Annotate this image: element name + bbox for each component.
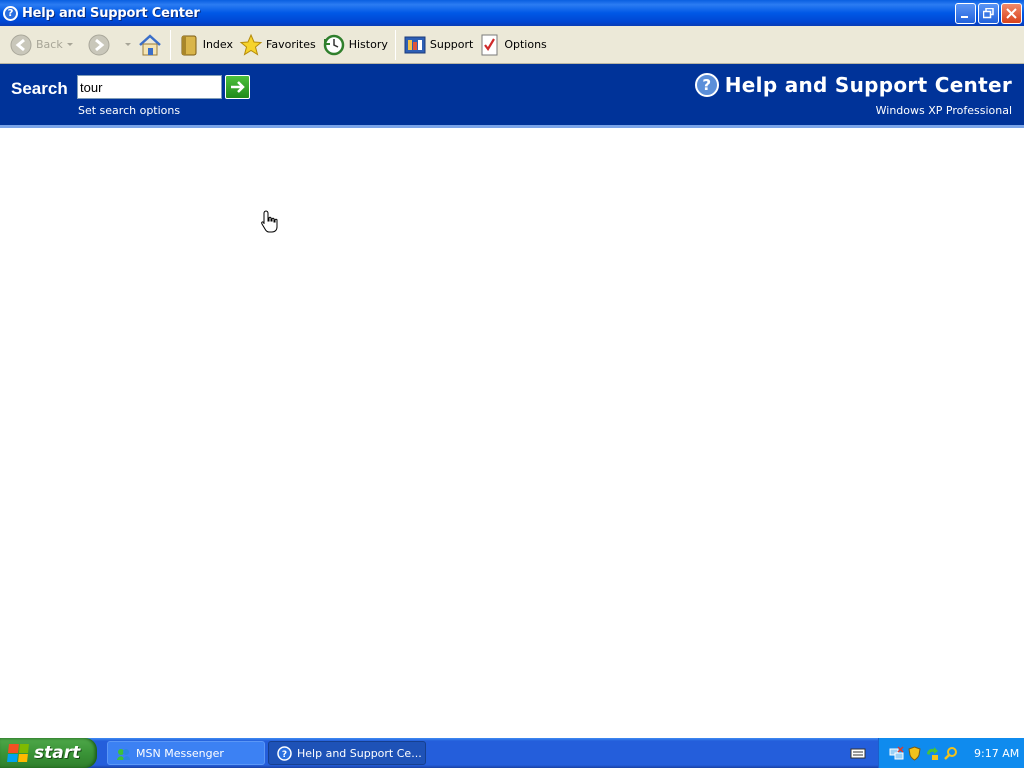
help-icon: ? (277, 745, 292, 761)
search-go-button[interactable] (225, 75, 250, 99)
history-label: History (348, 38, 388, 51)
system-tray: 9:17 AM (878, 738, 1024, 768)
minimize-button[interactable] (955, 3, 976, 24)
options-button[interactable]: Options (476, 30, 549, 60)
taskbar: start MSN Messenger ? Help and Support C… (0, 738, 1024, 768)
restore-icon (983, 8, 994, 19)
search-header: Search Set search options ? Help and Sup… (0, 64, 1024, 128)
index-button[interactable]: Index (175, 30, 236, 60)
start-button[interactable]: start (0, 738, 97, 768)
forward-button[interactable] (84, 30, 134, 60)
support-button[interactable]: Support (400, 30, 476, 60)
toolbar-separator (394, 29, 396, 60)
support-icon (404, 36, 426, 53)
close-button[interactable] (1001, 3, 1022, 24)
content-area (0, 131, 1024, 738)
shield-icon[interactable] (907, 745, 922, 761)
index-book-icon (181, 35, 197, 55)
search-label: Search (11, 79, 68, 98)
back-button[interactable]: Back (6, 30, 76, 60)
back-dropdown-icon[interactable] (66, 43, 73, 46)
favorites-button[interactable]: Favorites (236, 30, 319, 60)
update-icon[interactable] (925, 746, 940, 761)
network-icon[interactable] (889, 745, 904, 761)
history-clock-icon (323, 34, 344, 55)
history-button[interactable]: History (319, 30, 391, 60)
back-label: Back (36, 38, 63, 51)
windows-logo-icon (7, 744, 29, 762)
favorites-star-icon (239, 33, 263, 56)
screen: ? Help and Support Center Back Index Fav… (0, 0, 1024, 768)
support-label: Support (429, 38, 474, 51)
home-button[interactable] (134, 30, 166, 60)
start-label: start (34, 743, 81, 763)
keyboard-icon[interactable] (850, 746, 866, 760)
options-checklist-icon (481, 34, 498, 55)
go-arrow-icon (230, 81, 245, 93)
taskbar-item-label: Help and Support Ce... (297, 746, 422, 760)
brand: ? Help and Support Center (694, 73, 1012, 97)
brand-title: Help and Support Center (724, 73, 1012, 97)
search-input[interactable] (77, 75, 222, 99)
window-title: Help and Support Center (22, 5, 200, 21)
toolbar-separator (169, 29, 171, 60)
home-icon (138, 33, 161, 55)
set-search-options-link[interactable]: Set search options (78, 104, 180, 117)
favorites-label: Favorites (266, 38, 316, 51)
help-icon: ? (3, 5, 18, 21)
index-label: Index (202, 38, 234, 51)
back-arrow-icon (10, 34, 32, 55)
question-mark-icon: ? (694, 73, 719, 97)
clock: 9:17 AM (974, 746, 1020, 760)
taskbar-item-msn-messenger[interactable]: MSN Messenger (107, 741, 265, 765)
taskbar-item-help-and-support[interactable]: ? Help and Support Ce... (268, 741, 426, 765)
forward-arrow-icon (88, 34, 110, 55)
msn-icon (116, 746, 131, 761)
search-icon[interactable] (943, 746, 958, 761)
hand-cursor-icon (261, 210, 278, 233)
close-icon (1006, 8, 1017, 19)
svg-text:?: ? (282, 750, 287, 760)
options-label: Options (504, 38, 547, 51)
forward-dropdown-icon[interactable] (124, 43, 131, 46)
brand-subtitle: Windows XP Professional (875, 104, 1012, 117)
restore-button[interactable] (978, 3, 999, 24)
title-bar[interactable]: ? Help and Support Center (0, 0, 1024, 26)
toolbar: Back Index Favorites History Support Opt… (0, 26, 1024, 64)
taskbar-item-label: MSN Messenger (136, 746, 224, 760)
minimize-icon (961, 16, 968, 18)
